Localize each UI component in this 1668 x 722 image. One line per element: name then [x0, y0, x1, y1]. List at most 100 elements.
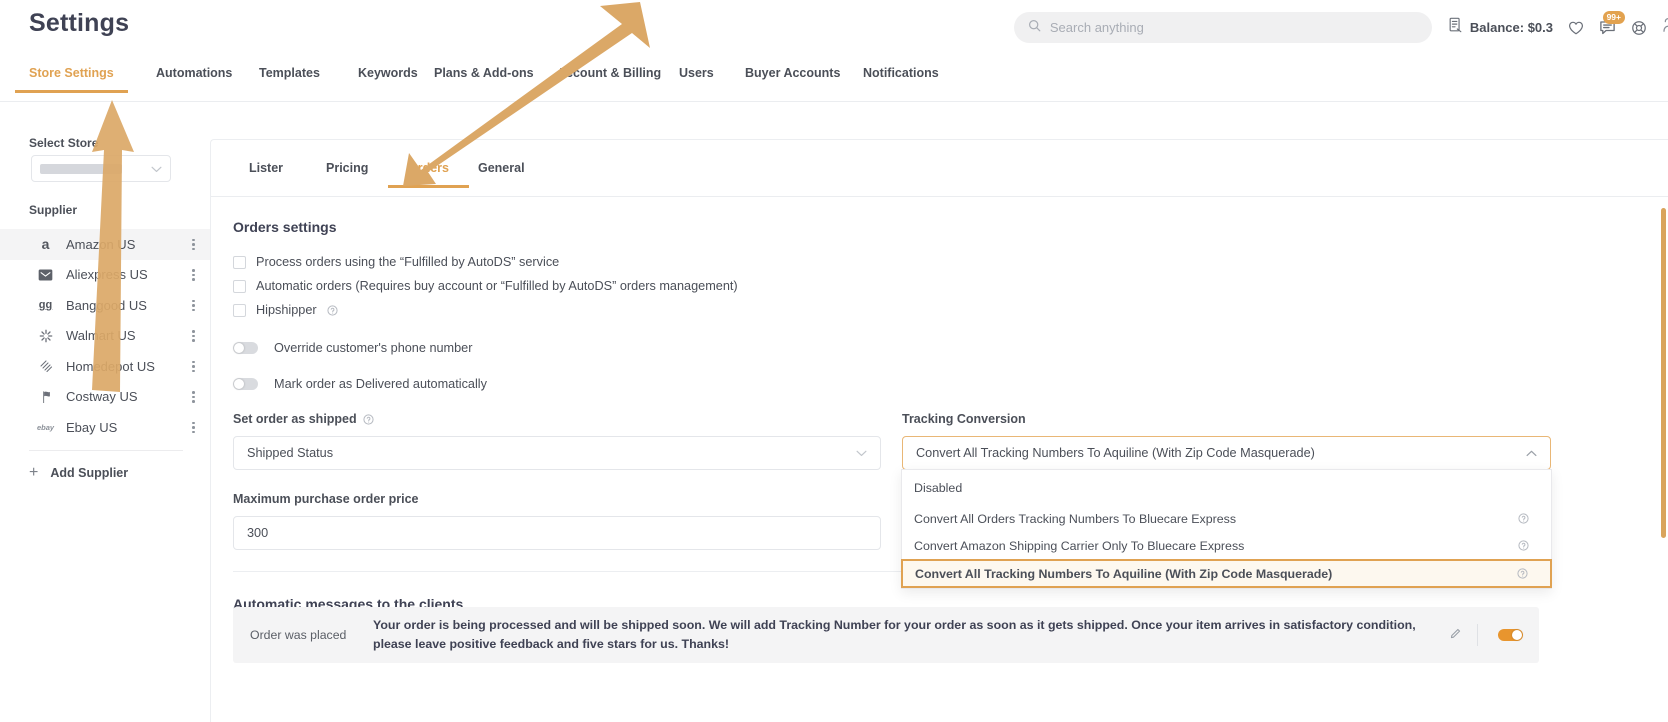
supplier-menu-button[interactable]	[192, 298, 196, 314]
tab-keywords[interactable]: Keywords	[358, 66, 418, 93]
subtab-lister[interactable]: Lister	[249, 161, 283, 188]
supplier-menu-button[interactable]	[192, 267, 196, 283]
help-icon[interactable]	[1518, 513, 1529, 524]
message-row-order-was-placed: Order was placed Your order is being pro…	[233, 607, 1539, 663]
tracking-conversion-value: Convert All Tracking Numbers To Aquiline…	[916, 446, 1315, 460]
supplier-name: Ebay US	[66, 419, 118, 435]
supplier-item-aliexpress-us[interactable]: Aliexpress US	[0, 260, 210, 291]
checkbox-fulfilled-by-autods[interactable]: Process orders using the “Fulfilled by A…	[233, 255, 559, 269]
costway-icon	[36, 390, 55, 404]
tab-notifications[interactable]: Notifications	[863, 66, 939, 93]
page-scrollbar-thumb[interactable]	[1661, 208, 1666, 538]
supplier-name: Walmart US	[66, 328, 136, 344]
toggle-mark-delivered[interactable]: Mark order as Delivered automatically	[233, 377, 487, 391]
search-icon	[1028, 19, 1041, 37]
amazon-icon: a	[41, 236, 50, 253]
message-actions	[1450, 624, 1539, 646]
checkbox-box[interactable]	[233, 303, 246, 317]
supplier-name: Amazon US	[66, 236, 136, 252]
set-order-shipped-label: Set order as shipped	[233, 412, 374, 426]
tracking-conversion-select[interactable]: Convert All Tracking Numbers To Aquiline…	[902, 436, 1551, 470]
main-tab-bar: Store Settings Automations Templates Key…	[0, 66, 1668, 102]
toggle-label: Mark order as Delivered automatically	[274, 377, 487, 391]
sidebar-divider	[29, 450, 183, 451]
tab-plans-addons[interactable]: Plans & Add-ons	[434, 66, 534, 93]
tracking-conversion-dropdown[interactable]: Disabled Convert All Orders Tracking Num…	[901, 469, 1552, 589]
checkbox-box[interactable]	[233, 255, 246, 269]
checkbox-hipshipper[interactable]: Hipshipper	[233, 303, 338, 317]
supplier-menu-button[interactable]	[192, 420, 196, 436]
dropdown-option-bluecare-all-orders[interactable]: Convert All Orders Tracking Numbers To B…	[902, 505, 1551, 532]
checkbox-box[interactable]	[233, 279, 246, 293]
toggle-override-phone[interactable]: Override customer's phone number	[233, 341, 472, 355]
checkbox-label: Process orders using the “Fulfilled by A…	[256, 255, 560, 269]
sidebar: Select Store Supplier a Amazon US Aliexp…	[0, 102, 210, 722]
supplier-item-walmart-us[interactable]: Walmart US	[0, 321, 210, 352]
max-purchase-price-input[interactable]: 300	[233, 516, 881, 550]
tab-automations[interactable]: Automations	[156, 66, 232, 93]
subtab-pricing[interactable]: Pricing	[326, 161, 368, 188]
supplier-item-homedepot-us[interactable]: Homedepot US	[0, 351, 210, 382]
edit-pencil-icon[interactable]	[1450, 626, 1461, 644]
walmart-icon	[36, 329, 55, 343]
action-separator	[1477, 624, 1478, 646]
dropdown-option-label: Disabled	[914, 480, 963, 495]
checkbox-automatic-orders[interactable]: Automatic orders (Requires buy account o…	[233, 279, 738, 293]
tab-store-settings[interactable]: Store Settings	[15, 66, 128, 93]
help-icon[interactable]	[1518, 540, 1529, 551]
banggood-icon: gg	[38, 299, 53, 312]
supplier-menu-button[interactable]	[192, 359, 196, 375]
supplier-name: Costway US	[66, 389, 138, 405]
toggle-label: Override customer's phone number	[274, 341, 473, 355]
subtab-orders[interactable]: Orders	[388, 161, 469, 188]
toggle-switch[interactable]	[233, 378, 258, 390]
toggle-switch[interactable]	[233, 342, 258, 354]
settings-page: Settings Search anything Balance: $0.3 9…	[0, 0, 1668, 722]
message-key: Order was placed	[250, 628, 347, 642]
supplier-item-amazon-us[interactable]: a Amazon US	[0, 229, 210, 260]
set-order-shipped-select[interactable]: Shipped Status	[233, 436, 881, 470]
max-purchase-price-label: Maximum purchase order price	[233, 492, 419, 506]
supplier-item-costway-us[interactable]: Costway US	[0, 382, 210, 413]
chat-icon[interactable]: 99+	[1599, 11, 1625, 36]
supplier-list: a Amazon US Aliexpress US gg Banggood US	[0, 229, 210, 443]
store-select-dropdown[interactable]	[31, 155, 171, 182]
supplier-name: Aliexpress US	[66, 267, 148, 283]
plus-icon: +	[29, 464, 39, 481]
tab-users[interactable]: Users	[679, 66, 714, 93]
tab-account-billing[interactable]: Account & Billing	[557, 66, 661, 93]
notification-badge: 99+	[1602, 11, 1625, 24]
supplier-menu-button[interactable]	[192, 389, 196, 405]
dropdown-option-label: Convert Amazon Shipping Carrier Only To …	[914, 538, 1245, 553]
ebay-icon: ebay	[36, 422, 55, 432]
supplier-menu-button[interactable]	[192, 328, 196, 344]
heart-icon[interactable]	[1568, 20, 1584, 36]
help-icon[interactable]	[327, 304, 338, 316]
supplier-item-banggood-us[interactable]: gg Banggood US	[0, 290, 210, 321]
lifebuoy-icon[interactable]	[1631, 20, 1647, 36]
subtab-general[interactable]: General	[478, 161, 525, 188]
balance-widget[interactable]: Balance: $0.3	[1448, 17, 1553, 38]
app-header: Settings Search anything Balance: $0.3 9…	[0, 0, 1668, 56]
dropdown-option-aquiline-zip-masquerade[interactable]: Convert All Tracking Numbers To Aquiline…	[901, 559, 1552, 588]
dropdown-option-disabled[interactable]: Disabled	[902, 470, 1551, 505]
message-enabled-toggle[interactable]	[1498, 629, 1523, 641]
chevron-down-icon	[856, 446, 867, 460]
dropdown-option-bluecare-amazon-only[interactable]: Convert Amazon Shipping Carrier Only To …	[902, 532, 1551, 559]
set-order-shipped-value: Shipped Status	[247, 446, 334, 460]
tab-templates[interactable]: Templates	[259, 66, 320, 93]
add-supplier-button[interactable]: + Add Supplier	[29, 465, 128, 481]
tab-buyer-accounts[interactable]: Buyer Accounts	[745, 66, 840, 93]
max-purchase-price-value: 300	[247, 526, 269, 540]
search-input[interactable]: Search anything	[1013, 12, 1432, 43]
page-title: Settings	[29, 9, 130, 37]
supplier-name: Homedepot US	[66, 358, 155, 374]
help-icon[interactable]	[363, 413, 374, 425]
supplier-menu-button[interactable]	[192, 237, 196, 253]
checkbox-label: Automatic orders (Requires buy account o…	[256, 279, 738, 293]
inner-tab-bar: Lister Pricing Orders General	[211, 161, 1668, 197]
avatar-icon[interactable]	[1662, 17, 1668, 38]
supplier-item-ebay-us[interactable]: ebay Ebay US	[0, 412, 210, 443]
help-icon[interactable]	[1517, 568, 1528, 579]
add-supplier-label: Add Supplier	[50, 466, 129, 480]
